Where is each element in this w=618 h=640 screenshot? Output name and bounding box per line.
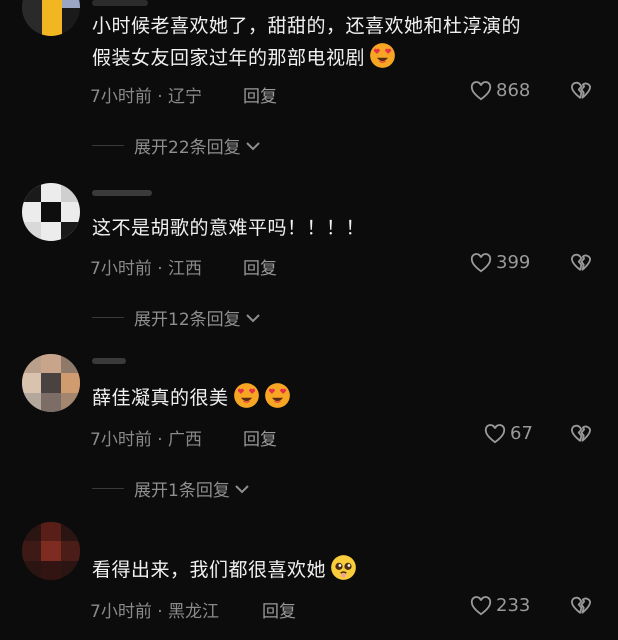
heart-outline-icon [484,423,506,443]
comment-text: 小时候老喜欢她了，甜甜的，还喜欢她和杜淳演的 假装女友回家过年的那部电视剧 [92,15,522,69]
heart-eyes-emoji [370,43,395,68]
username[interactable] [92,190,152,196]
broken-heart-icon [571,596,591,614]
reply-button[interactable]: 回复 [262,597,296,622]
like-count: 233 [496,595,531,616]
avatar[interactable] [22,0,80,36]
dislike-button[interactable] [570,252,592,276]
like-button[interactable]: 399 [470,252,530,273]
username[interactable] [92,0,148,6]
heart-eyes-emoji [264,383,290,408]
chevron-down-icon [245,313,260,322]
reply-button[interactable]: 回复 [243,82,277,107]
avatar[interactable] [22,522,80,580]
dislike-button[interactable] [570,423,592,447]
comment-text: 薛佳凝真的很美 [92,382,291,414]
chevron-down-icon [235,484,249,493]
expand-replies[interactable]: 展开1条回复 [92,476,250,501]
comment-time-location: 7小时前 · 黑龙江 [90,602,220,622]
comment-text: 这不是胡歌的意难平吗！！！！ [92,217,366,239]
comment-time-location: 7小时前 · 广西 [90,430,203,450]
expand-replies[interactable]: 展开12条回复 [92,305,261,330]
comment-time-location: 7小时前 · 辽宁 [90,87,203,107]
heart-outline-icon [470,252,492,272]
reply-button[interactable]: 回复 [243,425,277,450]
broken-heart-icon [571,253,591,271]
expand-replies[interactable]: 展开22条回复 [92,133,261,158]
like-button[interactable]: 233 [470,595,530,616]
like-button[interactable]: 67 [484,423,533,444]
comment-text: 看得出来，我们都很喜欢她 [92,554,357,586]
broken-heart-icon [571,424,591,442]
like-count: 399 [496,252,531,273]
chevron-down-icon [245,141,260,150]
comment-time-location: 7小时前 · 江西 [90,259,203,279]
avatar[interactable] [22,354,80,412]
heart-outline-icon [470,80,492,100]
like-count: 868 [496,80,531,101]
reply-button[interactable]: 回复 [243,254,277,279]
heart-eyes-emoji [233,383,259,408]
dislike-button[interactable] [570,80,592,104]
dislike-button[interactable] [570,595,592,619]
heart-outline-icon [470,595,492,615]
broken-heart-icon [571,81,591,99]
like-button[interactable]: 868 [470,80,530,101]
pleading-face-emoji [331,555,356,580]
avatar[interactable] [22,183,80,241]
like-count: 67 [510,423,533,444]
username[interactable] [92,358,126,364]
